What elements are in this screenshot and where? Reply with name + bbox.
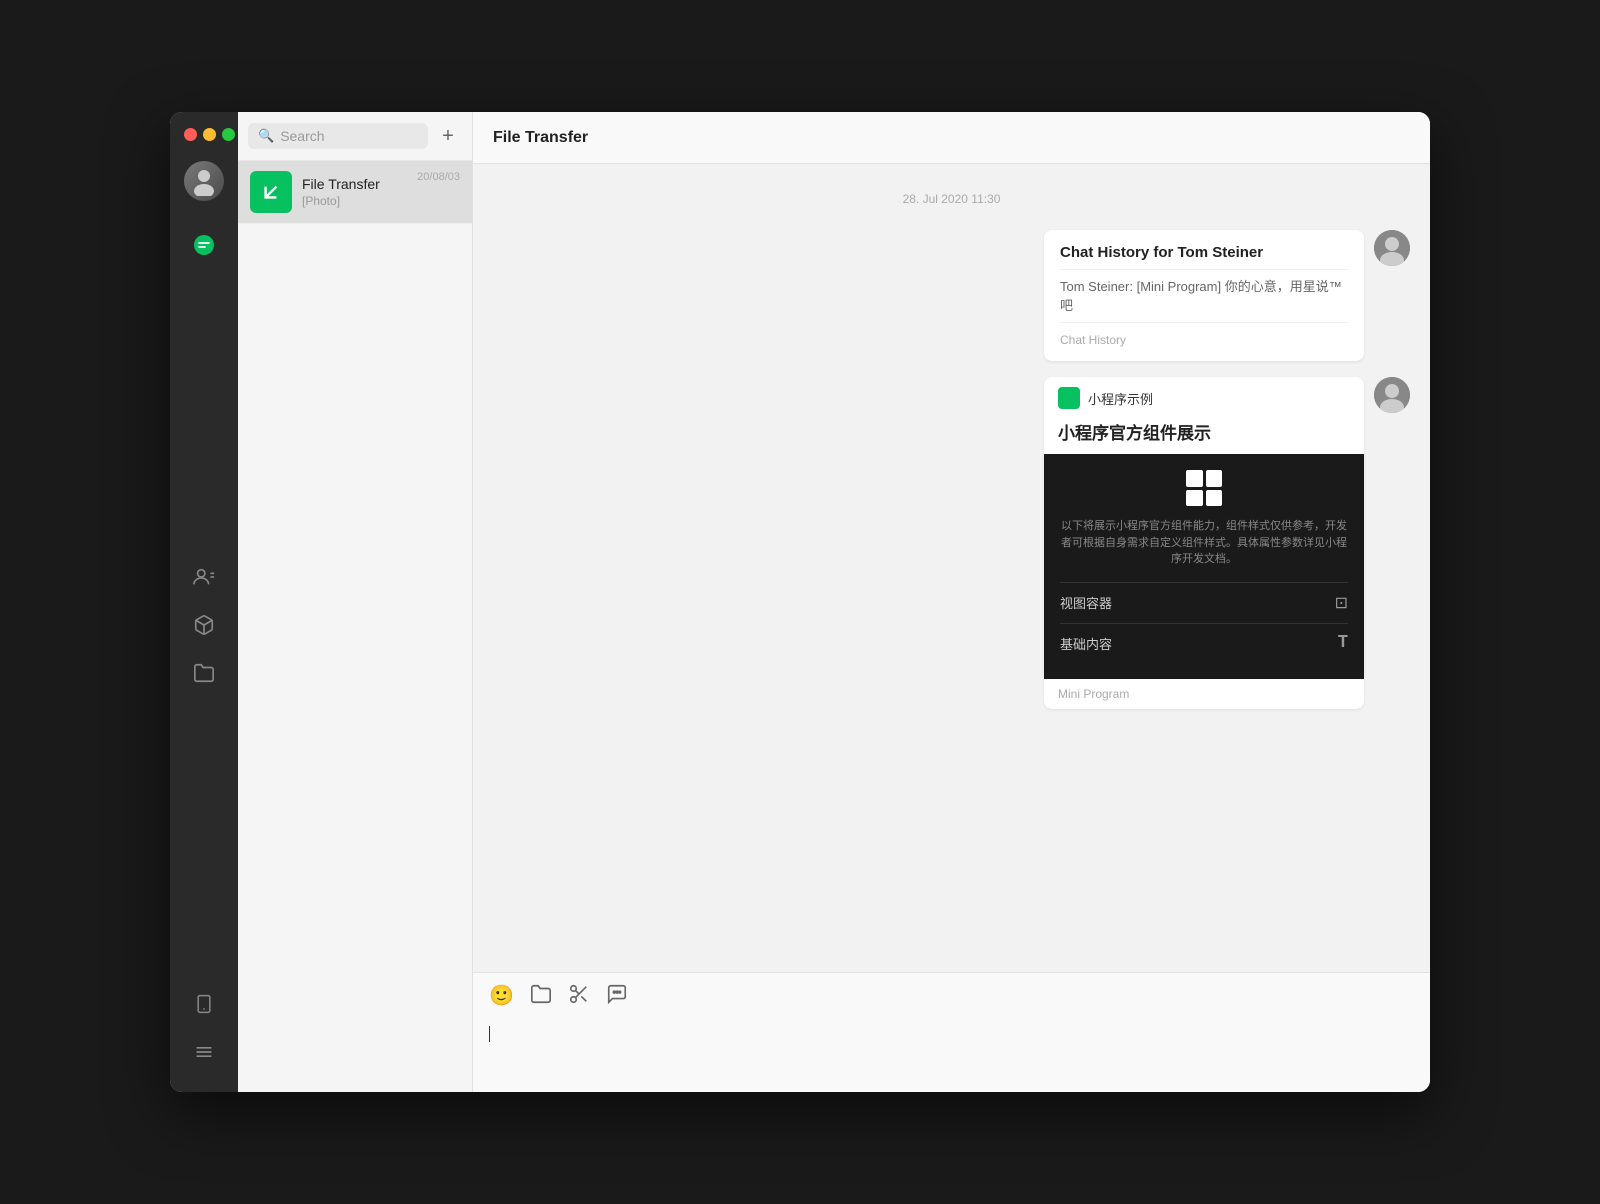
emoji-icon[interactable]: 🙂	[489, 983, 514, 1011]
sidebar-phone-icon[interactable]	[184, 984, 224, 1024]
message-row-mini-program: 小程序示例 小程序官方组件展示 以下将展示小程序官方组件能力，组	[493, 377, 1410, 709]
chat-info-file-transfer: File Transfer [Photo]	[302, 176, 407, 208]
mini-program-logo	[1058, 387, 1080, 409]
chat-history-card[interactable]: Chat History for Tom Steiner Tom Steiner…	[1044, 230, 1364, 361]
mp-preview-icon	[1060, 470, 1348, 506]
chat-time: 20/08/03	[417, 171, 460, 183]
maximize-button[interactable]	[222, 128, 235, 141]
mp-grid-cell-4	[1206, 490, 1223, 507]
minimize-button[interactable]	[203, 128, 216, 141]
chat-item-file-transfer[interactable]: File Transfer [Photo] 20/08/03	[238, 161, 472, 224]
sidebar-menu-icon[interactable]	[184, 1032, 224, 1072]
mp-menu-item-2[interactable]: 基础内容 𝐓	[1060, 623, 1348, 663]
chat-history-card-title: Chat History for Tom Steiner	[1060, 244, 1348, 270]
mp-grid-cell-3	[1186, 490, 1203, 507]
mini-program-source-name: 小程序示例	[1088, 389, 1153, 408]
voice-chat-icon[interactable]	[606, 983, 628, 1011]
chat-main: File Transfer 28. Jul 2020 11:30 Chat Hi…	[473, 112, 1430, 1092]
mp-grid-icon	[1186, 470, 1222, 506]
mp-menu-icon-2: 𝐓	[1338, 634, 1348, 652]
mp-menu-label-1: 视图容器	[1060, 593, 1112, 612]
chat-history-preview: Tom Steiner: [Mini Program] 你的心意，用星说™吧	[1060, 276, 1348, 323]
sidebar-box-icon[interactable]	[184, 605, 224, 645]
file-attach-icon[interactable]	[530, 983, 552, 1011]
chat-header-title: File Transfer	[493, 129, 588, 147]
mp-grid-cell-2	[1206, 470, 1223, 487]
mp-menu-item-1[interactable]: 视图容器 ⊡	[1060, 582, 1348, 623]
mini-program-header: 小程序示例	[1044, 377, 1364, 419]
search-icon: 🔍	[258, 128, 274, 144]
chat-preview: [Photo]	[302, 194, 407, 208]
mini-program-title: 小程序官方组件展示	[1044, 419, 1364, 454]
chat-list-panel: 🔍 + File Transfer [Photo] 20/08/03	[238, 112, 473, 1092]
sidebar-folder-icon[interactable]	[184, 653, 224, 693]
scissors-icon[interactable]	[568, 983, 590, 1011]
chat-avatar-file-transfer	[250, 171, 292, 213]
messages-area[interactable]: 28. Jul 2020 11:30 Chat History for Tom …	[473, 164, 1430, 972]
mini-program-footer: Mini Program	[1044, 679, 1364, 709]
text-cursor	[489, 1026, 490, 1042]
mp-menu-icon-1: ⊡	[1335, 593, 1348, 613]
sidebar-chat-icon[interactable]	[184, 225, 224, 265]
user-avatar[interactable]	[184, 161, 224, 201]
sender-avatar-1	[1374, 230, 1410, 266]
input-area: 🙂	[473, 972, 1430, 1092]
add-button[interactable]: +	[434, 122, 462, 150]
search-input-wrap[interactable]: 🔍	[248, 123, 428, 149]
close-button[interactable]	[184, 128, 197, 141]
input-toolbar: 🙂	[489, 983, 1414, 1011]
mp-grid-cell-1	[1186, 470, 1203, 487]
traffic-lights	[170, 128, 235, 141]
sidebar-contacts-icon[interactable]	[184, 557, 224, 597]
mp-preview-text: 以下将展示小程序官方组件能力，组件样式仅供参考，开发者可根据自身需求自定义组件样…	[1060, 518, 1348, 568]
mini-program-preview: 以下将展示小程序官方组件能力，组件样式仅供参考，开发者可根据自身需求自定义组件样…	[1044, 454, 1364, 679]
message-row-chat-history: Chat History for Tom Steiner Tom Steiner…	[493, 230, 1410, 361]
mini-program-card[interactable]: 小程序示例 小程序官方组件展示 以下将展示小程序官方组件能力，组	[1044, 377, 1364, 709]
sender-avatar-2	[1374, 377, 1410, 413]
main-window: 🔍 + File Transfer [Photo] 20/08/03	[170, 112, 1430, 1092]
text-input-area[interactable]	[489, 1021, 1414, 1047]
date-divider: 28. Jul 2020 11:30	[493, 192, 1410, 206]
chat-name: File Transfer	[302, 176, 407, 192]
sidebar-narrow	[170, 112, 238, 1092]
chat-list: File Transfer [Photo] 20/08/03	[238, 161, 472, 1092]
chat-header: File Transfer	[473, 112, 1430, 164]
search-input[interactable]	[280, 128, 418, 144]
mp-menu-label-2: 基础内容	[1060, 634, 1112, 653]
search-bar: 🔍 +	[238, 112, 472, 161]
chat-history-label: Chat History	[1060, 333, 1348, 347]
